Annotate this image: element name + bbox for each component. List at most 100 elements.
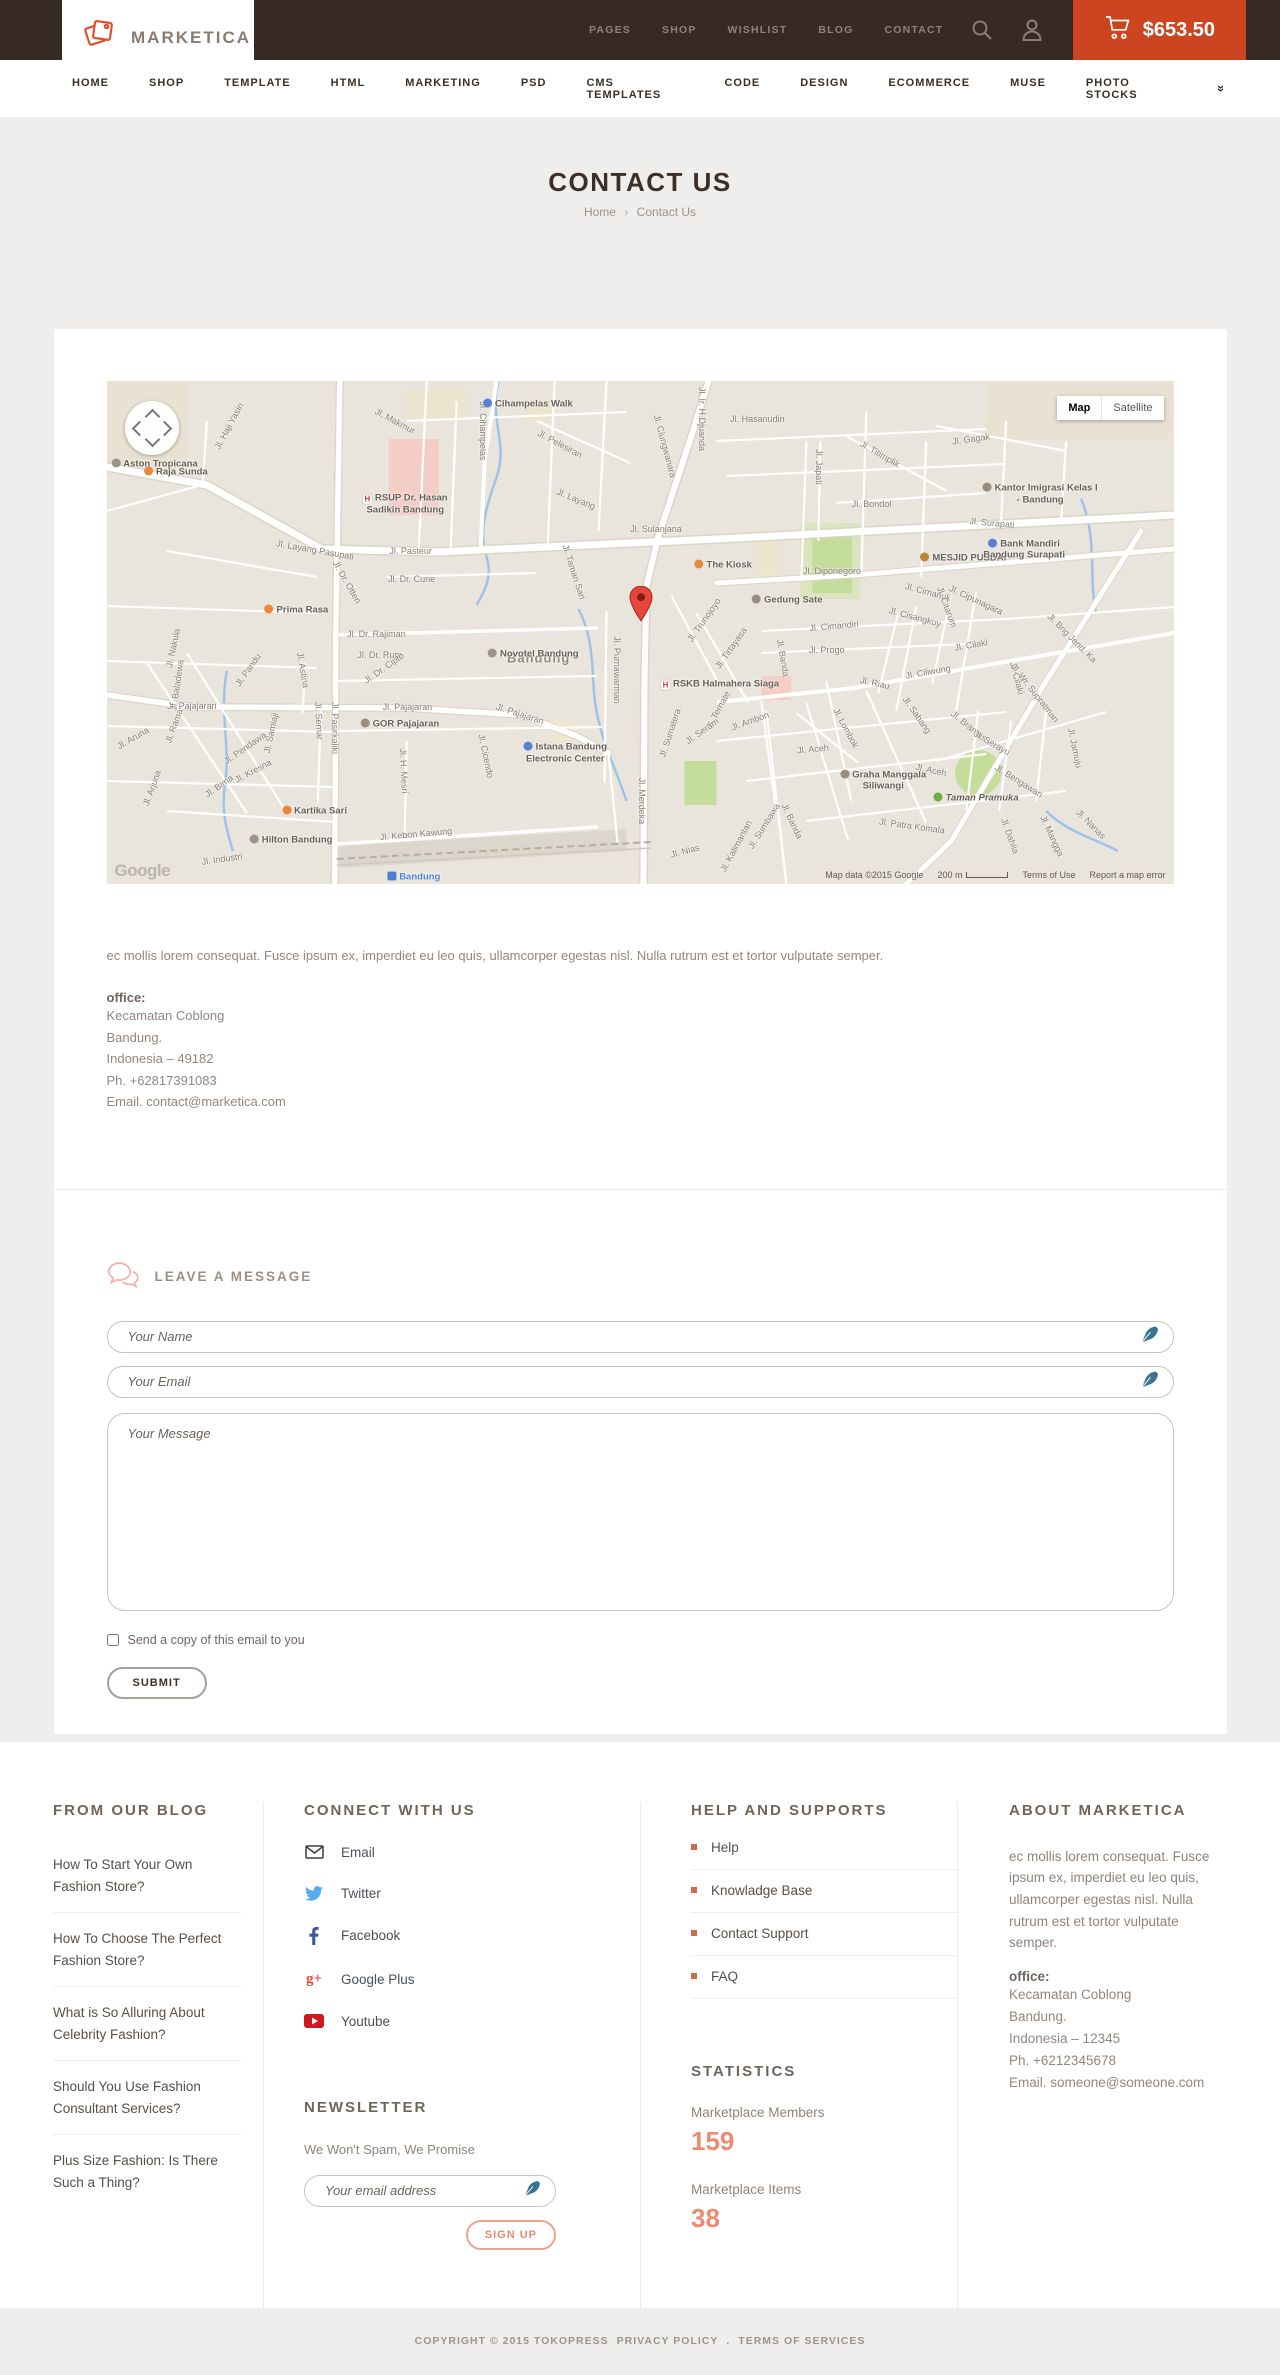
food-map-icon xyxy=(264,604,274,614)
help-link-contact-support[interactable]: Contact Support xyxy=(691,1913,957,1956)
search-icon[interactable] xyxy=(970,18,994,42)
park-map-icon xyxy=(933,792,943,802)
blog-link-how-to-start-your-own-fashio[interactable]: How To Start Your Own Fashion Store? xyxy=(53,1839,241,1913)
address-line: Kecamatan Coblong xyxy=(1009,1987,1132,2003)
header-right: PAGES SHOP WISHLIST BLOG CONTACT $653.50 xyxy=(589,0,1280,60)
map-label-jl-sulanjana: Jl. Sulanjana xyxy=(630,524,682,535)
shop-map-icon xyxy=(523,741,533,751)
dot-separator: . xyxy=(726,2335,731,2347)
subnav-item-psd[interactable]: PSD xyxy=(521,77,547,101)
message-textarea[interactable] xyxy=(106,1412,1174,1611)
topnav-item-shop[interactable]: SHOP xyxy=(662,24,697,36)
address-line: Indonesia – 49182 xyxy=(106,1051,214,1066)
terms-of-services-link[interactable]: TERMS OF SERVICES xyxy=(738,2335,865,2347)
marketica-tag-icon xyxy=(82,15,120,62)
office-label: office: xyxy=(106,990,146,1005)
satellite-button[interactable]: Satellite xyxy=(1101,396,1164,420)
social-link-twitter[interactable]: Twitter xyxy=(304,1886,640,1901)
help-link-knowladge-base[interactable]: Knowladge Base xyxy=(691,1870,957,1913)
privacy-policy-link[interactable]: PRIVACY POLICY xyxy=(617,2335,719,2347)
breadcrumb-separator: › xyxy=(624,205,629,219)
page-title: CONTACT US xyxy=(548,167,732,197)
subnav-item-cms-templates[interactable]: CMS TEMPLATES xyxy=(586,77,684,101)
map-label-kantor-imigrasi-kelas-i-bandung: Kantor Imigrasi Kelas I - Bandung xyxy=(982,482,1098,506)
user-icon[interactable] xyxy=(1021,18,1043,42)
pan-down-icon[interactable] xyxy=(144,431,160,448)
subnav-item-photo-stocks[interactable]: PHOTO STOCKS xyxy=(1086,77,1178,101)
square-bullet-icon xyxy=(691,1973,697,1979)
pan-up-icon[interactable] xyxy=(144,408,160,425)
pen-icon xyxy=(1141,1326,1158,1347)
topnav-item-blog[interactable]: BLOG xyxy=(818,24,853,36)
copyright-bar: COPYRIGHT © 2015 TOKOPRESS PRIVACY POLIC… xyxy=(0,2307,1280,2375)
blog-link-plus-size-fashion-is-there-s[interactable]: Plus Size Fashion: Is There Such a Thing… xyxy=(53,2135,241,2208)
email-input[interactable] xyxy=(106,1365,1174,1398)
help-link-help[interactable]: Help xyxy=(691,1827,957,1870)
connect-heading: CONNECT WITH US xyxy=(304,1801,476,1819)
map-label-bandung: Bandung xyxy=(387,871,440,882)
breadcrumb-home[interactable]: Home xyxy=(584,205,616,219)
contact-card: Cihampelas Walk Aston Tropicana Raja Sunda… xyxy=(53,329,1227,1734)
contact-intro: ec mollis lorem consequat. Fusce ipsum e… xyxy=(106,948,884,963)
cart-button[interactable]: $653.50 xyxy=(1073,0,1247,60)
topnav-item-contact[interactable]: CONTACT xyxy=(884,24,943,36)
scale-bar xyxy=(966,872,1009,878)
map-label-jl-japati: Jl. Japati xyxy=(814,448,825,485)
address-line: Bandung. xyxy=(106,1029,163,1045)
map-button[interactable]: Map xyxy=(1057,396,1102,420)
map-pan-control[interactable] xyxy=(124,401,179,455)
subnav-item-template[interactable]: TEMPLATE xyxy=(224,77,290,101)
subnav-item-code[interactable]: CODE xyxy=(724,77,760,101)
hosp-map-icon: H xyxy=(660,680,670,690)
chevron-double-down-icon[interactable]: » xyxy=(1214,85,1229,92)
social-link-facebook[interactable]: Facebook xyxy=(304,1926,640,1945)
subnav-item-html[interactable]: HTML xyxy=(331,77,366,101)
subnav-item-design[interactable]: DESIGN xyxy=(800,77,848,101)
subnav-item-shop[interactable]: SHOP xyxy=(149,77,184,101)
blog-link-what-is-so-alluring-about-ce[interactable]: What is So Alluring About Celebrity Fash… xyxy=(53,1987,241,2061)
shop-map-icon xyxy=(483,398,493,408)
map-label-prima-rasa: Prima Rasa xyxy=(264,604,328,615)
send-copy-checkbox[interactable] xyxy=(106,1633,119,1646)
map-label-raja-sunda: Raja Sunda xyxy=(143,466,208,477)
subnav-item-home[interactable]: HOME xyxy=(72,77,109,101)
card-divider xyxy=(53,1188,1227,1190)
newsletter-email-input[interactable] xyxy=(304,2174,556,2207)
submit-button[interactable]: SUBMIT xyxy=(106,1666,207,1699)
subnav-item-muse[interactable]: MUSE xyxy=(1010,77,1046,101)
report-map-error-link[interactable]: Report a map error xyxy=(1089,870,1165,880)
hotel-map-icon xyxy=(111,458,121,468)
map-label-kartika-sari: Kartika Sari xyxy=(282,805,347,817)
mosque-map-icon xyxy=(920,552,930,562)
google-map[interactable]: Cihampelas Walk Aston Tropicana Raja Sunda… xyxy=(106,381,1174,884)
help-list: Help Knowladge Base Contact Support FAQ xyxy=(691,1827,957,1999)
email-icon xyxy=(304,1845,324,1859)
subnav-item-ecommerce[interactable]: ECOMMERCE xyxy=(888,77,970,101)
map-label-cihampelas-walk: Cihampelas Walk xyxy=(483,398,573,409)
pan-left-icon[interactable] xyxy=(131,420,147,437)
logo[interactable]: MARKETICA xyxy=(62,0,254,76)
map-marker-pin[interactable] xyxy=(629,586,653,627)
cart-icon xyxy=(1105,15,1131,45)
pan-right-icon[interactable] xyxy=(156,420,172,437)
social-link-email[interactable]: Email xyxy=(304,1845,640,1860)
map-scale: 200 m xyxy=(937,870,1009,880)
name-input[interactable] xyxy=(106,1320,1174,1353)
blog-link-should-you-use-fashion-consu[interactable]: Should You Use Fashion Consultant Servic… xyxy=(53,2061,241,2135)
map-label-jl-purnawarman: Jl. Purnawarman xyxy=(611,636,622,704)
footer-about-column: ABOUT MARKETICA ec mollis lorem consequa… xyxy=(957,1801,1226,2308)
signup-button[interactable]: SIGN UP xyxy=(465,2219,556,2250)
topnav-item-pages[interactable]: PAGES xyxy=(589,24,631,36)
topnav-item-wishlist[interactable]: WISHLIST xyxy=(728,24,788,36)
map-label-gor-pajajaran: GOR Pajajaran xyxy=(360,718,439,730)
social-link-youtube[interactable]: Youtube xyxy=(304,2014,640,2029)
terms-of-use-link[interactable]: Terms of Use xyxy=(1022,870,1075,880)
send-copy-label: Send a copy of this email to you xyxy=(127,1632,305,1647)
blog-link-how-to-choose-the-perfect-fa[interactable]: How To Choose The Perfect Fashion Store? xyxy=(53,1913,241,1987)
map-label-rskb-halmahera-siaga: H RSKB Halmahera Siaga xyxy=(660,678,780,690)
subnav-item-marketing[interactable]: MARKETING xyxy=(405,77,481,101)
category-nav-items: HOME SHOP TEMPLATE HTML MARKETING PSD CMS TEMP… xyxy=(72,77,1178,101)
social-link-google-plus[interactable]: g+ Google Plus xyxy=(304,1971,640,1988)
newsletter-tagline: We Won't Spam, We Promise xyxy=(304,2141,475,2157)
help-link-faq[interactable]: FAQ xyxy=(691,1956,957,1999)
